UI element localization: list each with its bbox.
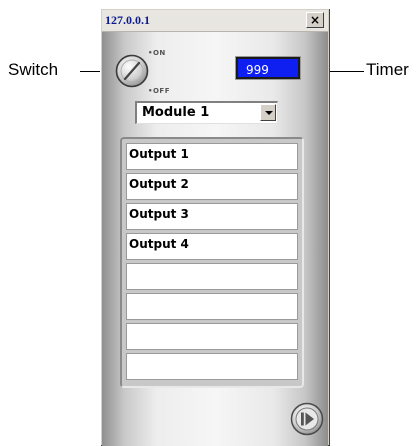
rotary-knob-icon[interactable] (115, 54, 149, 88)
control-panel: •ON •OFF 999 Module 1 Output 1 Output 2 … (102, 32, 328, 446)
switch-off-label: •OFF (148, 87, 170, 95)
timer-callout-label: Timer (366, 60, 409, 79)
output-item[interactable]: Output 2 (126, 173, 298, 200)
module-select[interactable]: Module 1 (135, 101, 278, 124)
play-pause-icon[interactable] (290, 402, 324, 436)
output-item[interactable]: Output 1 (126, 143, 298, 170)
output-item[interactable] (126, 293, 298, 320)
output-item[interactable] (126, 263, 298, 290)
close-button[interactable]: × (306, 12, 324, 28)
chevron-down-icon (265, 111, 273, 115)
switch-on-label: •ON (148, 49, 166, 57)
output-item[interactable] (126, 323, 298, 350)
timer-display: 999 (236, 57, 300, 79)
output-item[interactable]: Output 4 (126, 233, 298, 260)
window-title: 127.0.0.1 (105, 13, 150, 27)
output-item[interactable] (126, 353, 298, 380)
output-item[interactable]: Output 3 (126, 203, 298, 230)
switch-callout-label: Switch (8, 60, 59, 79)
module-dropdown-button[interactable] (260, 104, 276, 121)
title-bar[interactable]: 127.0.0.1 × (102, 10, 328, 32)
module-select-value: Module 1 (142, 105, 210, 120)
app-window: 127.0.0.1 × •ON •OFF 999 Module 1 Output… (100, 8, 330, 446)
output-list: Output 1 Output 2 Output 3 Output 4 (120, 137, 304, 388)
